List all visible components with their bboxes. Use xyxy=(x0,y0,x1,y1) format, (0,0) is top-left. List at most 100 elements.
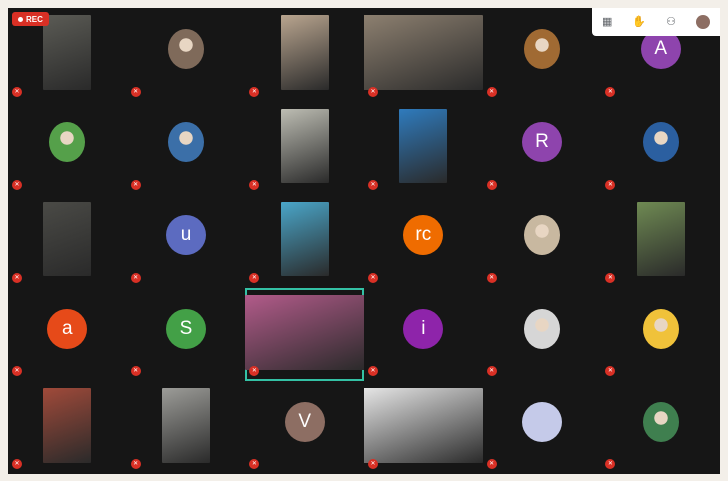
mic-off-icon: ✕ xyxy=(130,459,141,470)
mic-off-icon: ✕ xyxy=(605,179,616,190)
participant-avatar: R xyxy=(521,122,562,163)
mic-off-icon: ✕ xyxy=(249,459,260,470)
participant-name-row: ✕ xyxy=(486,366,598,377)
participant-video xyxy=(43,15,92,90)
participant-tile[interactable]: V ✕ xyxy=(245,381,364,474)
participant-tile[interactable]: a ✕ xyxy=(8,288,127,381)
mic-off-icon: ✕ xyxy=(605,366,616,377)
participant-name-row: ✕ xyxy=(12,179,123,190)
mic-off-icon: ✕ xyxy=(12,366,22,377)
participant-tile[interactable]: u ✕ xyxy=(127,194,246,287)
mic-off-icon: ✕ xyxy=(130,273,141,284)
participant-tile[interactable]: ✕ xyxy=(364,101,483,194)
mic-off-icon: ✕ xyxy=(12,179,22,190)
recording-badge: REC xyxy=(12,12,49,26)
participant-name-row: ✕ xyxy=(12,86,123,97)
participant-avatar: i xyxy=(403,308,444,349)
participant-video xyxy=(161,388,210,463)
meeting-stage: ✕ ✕ ✕ ✕ ✕ A ✕ ✕ ✕ ✕ ✕ R ✕ ✕ ✕ u ✕ ✕ rc ✕ ✕ ✕ a ✕ S ✕ ✕ i ✕ ✕ ✕ ✕ ✕ V ✕ ✕ ✕ ✕ … xyxy=(8,8,720,474)
grid-layout-icon[interactable]: ▦ xyxy=(602,16,612,28)
participant-name-row: ✕ xyxy=(130,273,242,284)
recording-label: REC xyxy=(26,14,43,24)
participant-photo xyxy=(523,215,560,256)
participant-video xyxy=(43,201,92,277)
participant-grid: ✕ ✕ ✕ ✕ ✕ A ✕ ✕ ✕ ✕ ✕ R ✕ ✕ ✕ u ✕ ✕ rc ✕ ✕ ✕ a ✕ S ✕ ✕ i ✕ ✕ ✕ ✕ ✕ V ✕ ✕ ✕ ✕ xyxy=(8,8,720,474)
participant-photo xyxy=(642,308,679,349)
participant-name-row: ✕ xyxy=(605,86,716,97)
participant-video xyxy=(399,108,448,184)
mic-off-icon: ✕ xyxy=(249,366,260,377)
participant-photo xyxy=(49,122,86,163)
participant-tile[interactable]: S ✕ xyxy=(127,288,246,381)
participant-name-row: ✕ xyxy=(130,459,242,470)
mic-off-icon: ✕ xyxy=(367,179,378,190)
participant-tile[interactable]: ✕ xyxy=(127,381,246,474)
participant-name-row: ✕ xyxy=(130,179,242,190)
participant-tile[interactable]: ✕ xyxy=(127,101,246,194)
participant-name-row: ✕ xyxy=(367,179,479,190)
participant-photo xyxy=(167,122,204,163)
participant-tile[interactable]: R ✕ xyxy=(483,101,602,194)
mic-off-icon: ✕ xyxy=(367,273,378,284)
activities-icon[interactable]: ⚇ xyxy=(666,16,676,28)
participant-name-row: ✕ xyxy=(605,179,716,190)
participant-tile[interactable]: ✕ xyxy=(483,194,602,287)
participant-tile[interactable]: ✕ xyxy=(601,101,720,194)
participant-tile[interactable]: ✕ xyxy=(483,288,602,381)
mic-off-icon: ✕ xyxy=(605,273,616,284)
participant-tile[interactable]: ✕ xyxy=(483,8,602,101)
participant-avatar: a xyxy=(47,308,88,349)
participant-tile[interactable]: ✕ xyxy=(363,8,483,101)
participant-name-row: ✕ xyxy=(249,273,360,284)
mic-off-icon: ✕ xyxy=(367,366,378,377)
mic-off-icon: ✕ xyxy=(486,273,497,284)
participant-tile[interactable]: i ✕ xyxy=(364,288,483,381)
participant-tile[interactable]: ✕ xyxy=(601,288,720,381)
mic-off-icon: ✕ xyxy=(12,273,22,284)
mic-off-icon: ✕ xyxy=(130,86,141,97)
participant-photo xyxy=(642,401,679,442)
participant-tile[interactable]: ✕ xyxy=(127,8,246,101)
mic-off-icon: ✕ xyxy=(605,86,616,97)
participant-tile[interactable]: ✕ xyxy=(601,194,720,287)
participant-photo xyxy=(167,29,204,69)
participant-tile[interactable]: ✕ xyxy=(483,381,602,474)
participant-avatar: u xyxy=(165,215,206,256)
mic-off-icon: ✕ xyxy=(486,179,497,190)
participant-photo xyxy=(642,122,679,163)
participant-tile[interactable]: ✕ xyxy=(245,287,364,381)
participant-name-row: ✕ xyxy=(249,179,360,190)
participant-photo xyxy=(523,308,560,349)
mic-off-icon: ✕ xyxy=(130,179,141,190)
participant-video xyxy=(43,388,92,463)
self-avatar-icon[interactable] xyxy=(695,15,710,29)
participant-tile[interactable]: ✕ xyxy=(8,381,127,474)
record-dot-icon xyxy=(18,16,23,22)
participant-name-row: ✕ xyxy=(12,459,123,470)
participant-tile[interactable]: rc ✕ xyxy=(364,194,483,287)
participant-tile[interactable]: ✕ xyxy=(363,381,483,474)
mic-off-icon: ✕ xyxy=(12,459,22,470)
participant-tile[interactable]: ✕ xyxy=(245,101,364,194)
mic-off-icon: ✕ xyxy=(249,86,260,97)
mic-off-icon: ✕ xyxy=(249,179,260,190)
participant-video xyxy=(363,15,483,90)
participant-avatar: V xyxy=(284,401,325,442)
participant-name-row: ✕ xyxy=(605,273,716,284)
participant-name-row: ✕ xyxy=(130,366,242,377)
raise-hand-icon[interactable]: ✋ xyxy=(632,16,646,28)
participant-tile[interactable]: ✕ xyxy=(245,8,364,101)
participant-name-row: ✕ xyxy=(367,366,479,377)
mic-off-icon: ✕ xyxy=(249,273,260,284)
mic-off-icon: ✕ xyxy=(130,366,141,377)
participant-name-row: ✕ xyxy=(12,273,123,284)
participant-name-row: ✕ xyxy=(367,459,479,470)
participant-name-row: ✕ xyxy=(249,86,360,97)
participant-avatar: rc xyxy=(403,215,444,256)
participant-tile[interactable]: ✕ xyxy=(8,194,127,287)
mic-off-icon: ✕ xyxy=(12,86,22,97)
participant-tile[interactable]: ✕ xyxy=(245,194,364,287)
participant-name-row: ✕ xyxy=(605,366,716,377)
participant-tile[interactable]: ✕ xyxy=(8,101,127,194)
participant-tile[interactable]: ✕ xyxy=(601,381,720,474)
